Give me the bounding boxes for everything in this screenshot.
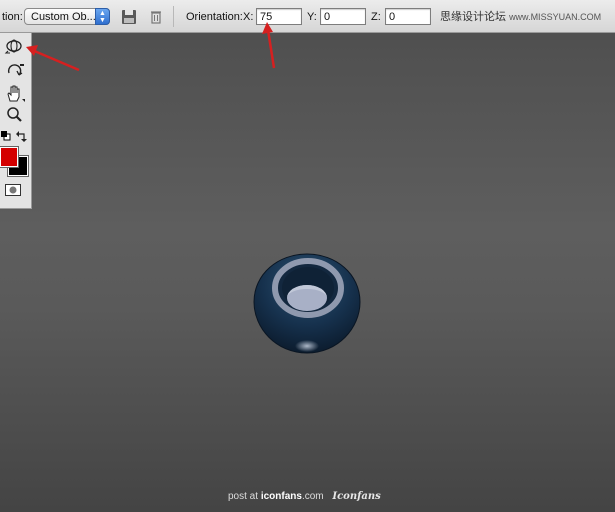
watermark-en: www.MISSYUAN.COM (509, 12, 602, 22)
quick-mask-icon[interactable] (5, 184, 21, 196)
position-label: tion: (2, 11, 23, 23)
x-label: X: (243, 11, 254, 23)
orientation-label: Orientation: (186, 11, 243, 23)
z-orientation-input[interactable]: 0 (385, 8, 431, 25)
credit-suffix: .com (301, 491, 324, 502)
dropdown-arrows-icon: ▲ ▼ (95, 8, 110, 25)
annotation-arrow-rotate-tool (26, 45, 80, 72)
trash-icon[interactable] (148, 9, 164, 25)
pan-hand-icon[interactable] (4, 83, 26, 103)
credit-site: iconfans (260, 491, 302, 502)
watermark: 思缘设计论坛 www.MISSYUAN.COM (440, 8, 601, 24)
y-label: Y: (307, 11, 317, 23)
3d-object[interactable] (248, 250, 366, 358)
default-colors-icon[interactable] (1, 131, 11, 141)
annotation-arrow-x-field (262, 22, 276, 69)
credit-prefix: post at (228, 491, 259, 502)
z-label: Z: (371, 11, 381, 23)
site-credit: post at iconfans.com Iconfans (228, 491, 381, 502)
save-icon[interactable] (121, 9, 137, 25)
options-bar: tion: Custom Ob... ▲ ▼ Orientation: X: 75… (0, 0, 615, 33)
zoom-icon[interactable] (4, 105, 26, 125)
preset-value: Custom Ob... (31, 11, 96, 23)
preset-dropdown[interactable]: Custom Ob... ▲ ▼ (24, 8, 110, 25)
divider (173, 6, 174, 27)
iconfans-logo: Iconfans (332, 491, 381, 502)
y-orientation-input[interactable]: 0 (320, 8, 366, 25)
foreground-color-swatch[interactable] (0, 146, 19, 168)
swap-colors-icon[interactable] (16, 130, 28, 142)
watermark-cn: 思缘设计论坛 (440, 11, 506, 23)
